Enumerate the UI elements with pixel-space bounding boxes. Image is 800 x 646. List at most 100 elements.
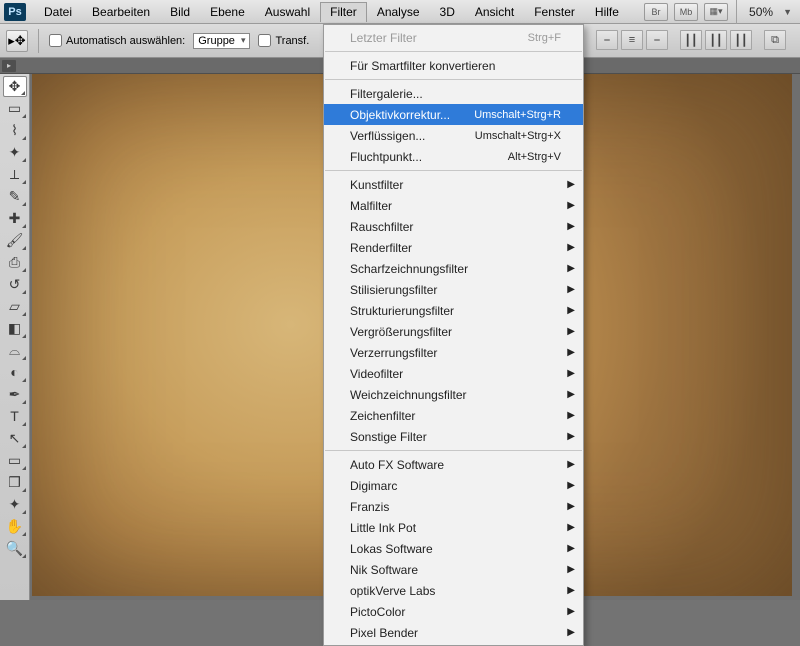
menu-item[interactable]: Fluchtpunkt...Alt+Strg+V	[324, 146, 583, 167]
tool-shape[interactable]: ▭	[3, 449, 27, 471]
tool-brush[interactable]: 🖌	[3, 229, 27, 251]
menu-item[interactable]: Videofilter▶	[324, 363, 583, 384]
chevron-right-icon: ▶	[567, 200, 575, 211]
tool-pen[interactable]: ✒	[3, 383, 27, 405]
tool-stamp[interactable]: ⎙	[3, 251, 27, 273]
transform-checkbox[interactable]: Transf.	[258, 34, 309, 47]
tool-dodge[interactable]: ◐	[3, 361, 27, 383]
tool-move[interactable]: ✥	[3, 76, 27, 97]
screenmode-button[interactable]: ▦▾	[704, 3, 728, 21]
menu-hilfe[interactable]: Hilfe	[585, 2, 629, 22]
menu-item[interactable]: Malfilter▶	[324, 195, 583, 216]
chevron-right-icon: ▶	[567, 347, 575, 358]
tool-eraser[interactable]: ▱	[3, 295, 27, 317]
tool-3d[interactable]: ❒	[3, 471, 27, 493]
menu-item[interactable]: Vergrößerungsfilter▶	[324, 321, 583, 342]
bridge-button[interactable]: Br	[644, 3, 668, 21]
chevron-right-icon: ▶	[567, 326, 575, 337]
menu-bild[interactable]: Bild	[160, 2, 200, 22]
chevron-right-icon: ▶	[567, 606, 575, 617]
menu-ansicht[interactable]: Ansicht	[465, 2, 524, 22]
menu-item[interactable]: Renderfilter▶	[324, 237, 583, 258]
tool-eyedrop[interactable]: ✎	[3, 185, 27, 207]
menu-fenster[interactable]: Fenster	[524, 2, 585, 22]
zoom-level[interactable]: 50%	[745, 5, 777, 19]
menu-item[interactable]: Auto FX Software▶	[324, 454, 583, 475]
menu-ebene[interactable]: Ebene	[200, 2, 255, 22]
chevron-down-icon[interactable]: ▼	[783, 7, 792, 17]
chevron-right-icon: ▶	[567, 501, 575, 512]
tool-type[interactable]: T	[3, 405, 27, 427]
menu-datei[interactable]: Datei	[34, 2, 82, 22]
menu-item[interactable]: Verzerrungsfilter▶	[324, 342, 583, 363]
auto-select-dropdown[interactable]: Gruppe▾	[193, 33, 250, 49]
menu-separator	[325, 51, 582, 52]
menu-item[interactable]: Scharfzeichnungsfilter▶	[324, 258, 583, 279]
chevron-right-icon: ▶	[567, 585, 575, 596]
tab-expand-icon[interactable]: ▸	[2, 60, 16, 72]
menu-3d[interactable]: 3D	[430, 2, 465, 22]
menu-item[interactable]: Franzis▶	[324, 496, 583, 517]
chevron-right-icon: ▶	[567, 368, 575, 379]
distribute-icon[interactable]: ┃┃	[730, 30, 752, 50]
menu-filter[interactable]: Filter	[320, 2, 367, 22]
tool-heal[interactable]: ✚	[3, 207, 27, 229]
filter-menu-dropdown: Letzter FilterStrg+F Für Smartfilter konv…	[323, 24, 584, 646]
tool-history[interactable]: ↺	[3, 273, 27, 295]
menu-item[interactable]: Für Smartfilter konvertieren	[324, 55, 583, 76]
menu-item[interactable]: PictoColor▶	[324, 601, 583, 622]
chevron-right-icon: ▶	[567, 305, 575, 316]
tool-path[interactable]: ↖	[3, 427, 27, 449]
menu-item[interactable]: Filtergalerie...	[324, 83, 583, 104]
menu-bearbeiten[interactable]: Bearbeiten	[82, 2, 160, 22]
tool-hand[interactable]: ✋	[3, 515, 27, 537]
menu-item[interactable]: Objektivkorrektur...Umschalt+Strg+R	[324, 104, 583, 125]
chevron-right-icon: ▶	[567, 242, 575, 253]
distribute-icon[interactable]: ┃┃	[680, 30, 702, 50]
menu-item[interactable]: Lokas Software▶	[324, 538, 583, 559]
tool-marquee[interactable]: ▭	[3, 97, 27, 119]
chevron-right-icon: ▶	[567, 627, 575, 638]
align-icons: ⎯ ≡ ⎯ ┃┃ ┃┃ ┃┃ ⧉	[596, 30, 786, 50]
chevron-right-icon: ▶	[567, 221, 575, 232]
tool-crop[interactable]: ⟂	[3, 163, 27, 185]
auto-select-label: Automatisch auswählen:	[66, 35, 185, 47]
tool-blur[interactable]: ⌓	[3, 339, 27, 361]
tool-gradient[interactable]: ◧	[3, 317, 27, 339]
chevron-right-icon: ▶	[567, 564, 575, 575]
tool-lasso[interactable]: ⌇	[3, 119, 27, 141]
menu-item[interactable]: Verflüssigen...Umschalt+Strg+X	[324, 125, 583, 146]
chevron-right-icon: ▶	[567, 389, 575, 400]
menu-item[interactable]: Kunstfilter▶	[324, 174, 583, 195]
chevron-right-icon: ▶	[567, 284, 575, 295]
chevron-right-icon: ▶	[567, 459, 575, 470]
distribute-icon[interactable]: ┃┃	[705, 30, 727, 50]
menu-auswahl[interactable]: Auswahl	[255, 2, 320, 22]
menu-item: Letzter FilterStrg+F	[324, 27, 583, 48]
align-icon[interactable]: ≡	[621, 30, 643, 50]
chevron-right-icon: ▶	[567, 431, 575, 442]
tool-wand[interactable]: ✦	[3, 141, 27, 163]
menu-item[interactable]: optikVerve Labs▶	[324, 580, 583, 601]
tool-3dcam[interactable]: ✦	[3, 493, 27, 515]
align-icon[interactable]: ⎯	[596, 30, 618, 50]
active-tool-icon[interactable]: ▸✥	[6, 30, 28, 52]
menubar: Ps DateiBearbeitenBildEbeneAuswahlFilter…	[0, 0, 800, 24]
toolbox: ✥▭⌇✦⟂✎✚🖌⎙↺▱◧⌓◐✒T↖▭❒✦✋🔍	[0, 74, 30, 600]
arrange-icon[interactable]: ⧉	[764, 30, 786, 50]
menu-item[interactable]: Strukturierungsfilter▶	[324, 300, 583, 321]
menu-item[interactable]: Nik Software▶	[324, 559, 583, 580]
align-icon[interactable]: ⎯	[646, 30, 668, 50]
tool-zoom[interactable]: 🔍	[3, 537, 27, 559]
menu-item[interactable]: Digimarc▶	[324, 475, 583, 496]
minibridge-button[interactable]: Mb	[674, 3, 698, 21]
menu-item[interactable]: Stilisierungsfilter▶	[324, 279, 583, 300]
menu-item[interactable]: Sonstige Filter▶	[324, 426, 583, 447]
menu-item[interactable]: Little Ink Pot▶	[324, 517, 583, 538]
auto-select-checkbox[interactable]: Automatisch auswählen:	[49, 34, 185, 47]
menu-item[interactable]: Zeichenfilter▶	[324, 405, 583, 426]
menu-item[interactable]: Pixel Bender▶	[324, 622, 583, 643]
menu-item[interactable]: Weichzeichnungsfilter▶	[324, 384, 583, 405]
menu-item[interactable]: Rauschfilter▶	[324, 216, 583, 237]
menu-analyse[interactable]: Analyse	[367, 2, 430, 22]
